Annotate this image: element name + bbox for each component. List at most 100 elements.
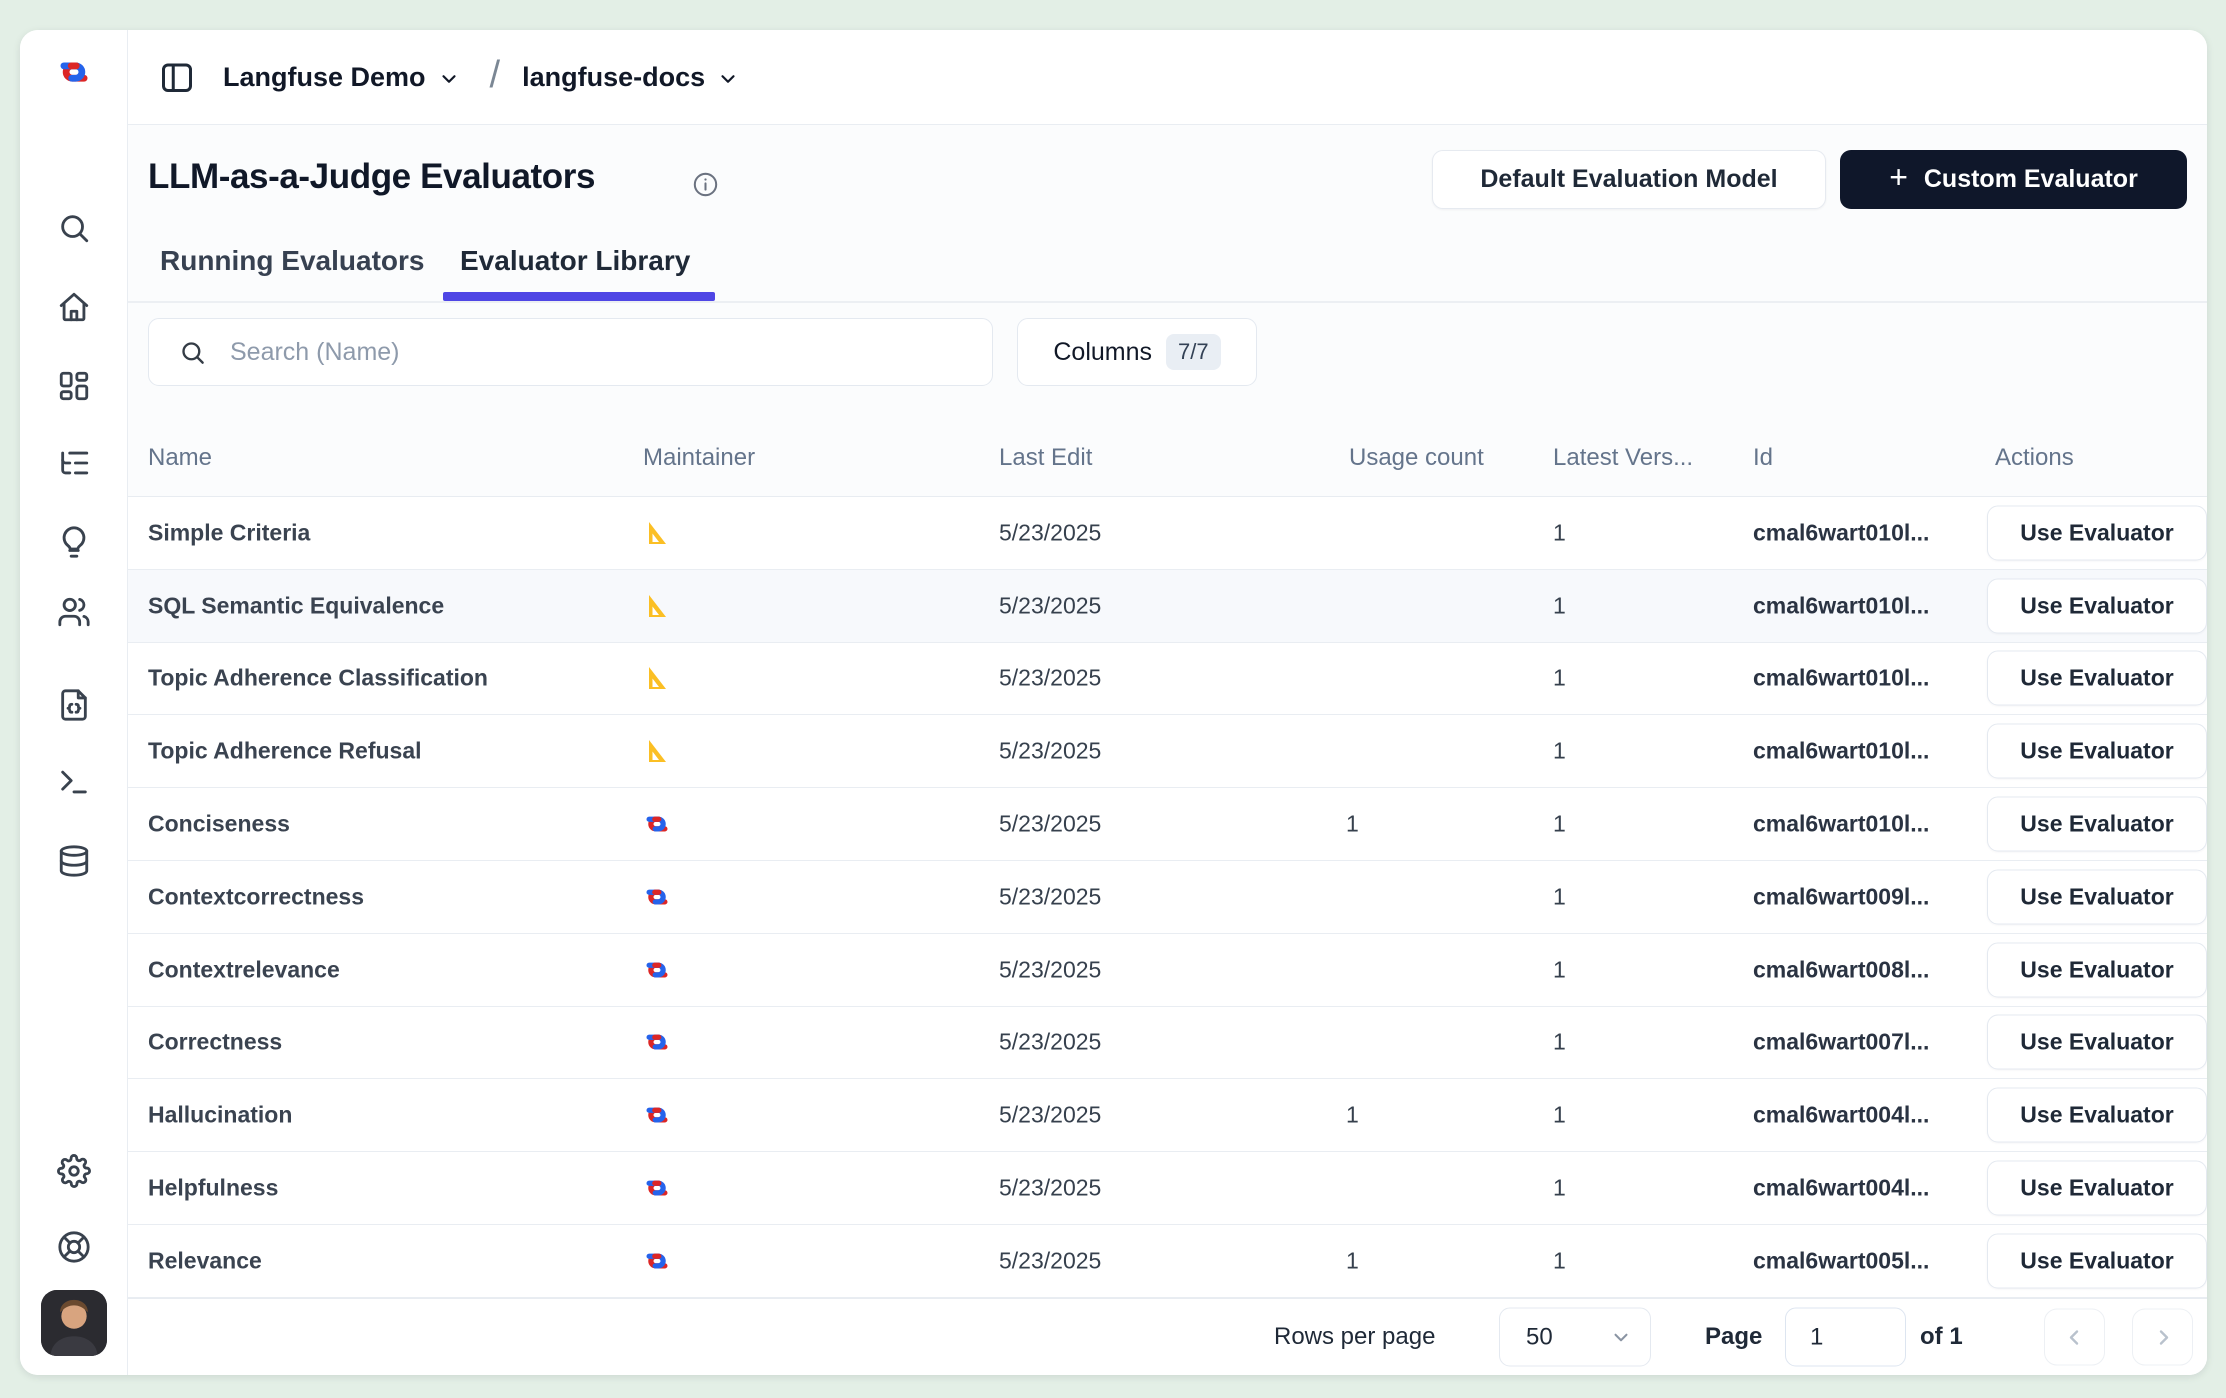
usage-count: 1 [1346, 1102, 1359, 1129]
use-evaluator-button[interactable]: Use Evaluator [1987, 797, 2207, 852]
table-row[interactable]: Topic Adherence Refusal 5/23/2025 1 cmal… [128, 715, 2207, 788]
langfuse-maintainer-icon [643, 1174, 671, 1202]
table-row[interactable]: Hallucination 5/23/2025 1 1 cmal6wart004… [128, 1079, 2207, 1152]
latest-version: 1 [1553, 1247, 1566, 1274]
use-evaluator-button[interactable]: Use Evaluator [1987, 1161, 2207, 1216]
use-evaluator-button[interactable]: Use Evaluator [1987, 869, 2207, 924]
use-evaluator-button[interactable]: Use Evaluator [1987, 1233, 2207, 1288]
table-row[interactable]: Relevance 5/23/2025 1 1 cmal6wart005l...… [128, 1225, 2207, 1298]
ragas-icon [643, 737, 671, 765]
table-row[interactable]: Helpfulness 5/23/2025 1 cmal6wart004l...… [128, 1152, 2207, 1225]
last-edit-date: 5/23/2025 [999, 592, 1101, 619]
prompts-icon[interactable] [57, 688, 91, 722]
table-row[interactable]: Contextcorrectness 5/23/2025 1 cmal6wart… [128, 861, 2207, 934]
table-row[interactable]: Simple Criteria 5/23/2025 1 cmal6wart010… [128, 497, 2207, 570]
latest-version: 1 [1553, 811, 1566, 838]
search-icon[interactable] [57, 211, 91, 245]
column-header-actions: Actions [1995, 444, 2074, 472]
evaluator-name: Helpfulness [148, 1175, 278, 1202]
search-input[interactable] [228, 337, 828, 368]
evaluator-id: cmal6wart010l... [1753, 519, 1929, 546]
page-number-input[interactable] [1785, 1308, 1906, 1367]
evaluator-name: Conciseness [148, 811, 290, 838]
column-header-id: Id [1753, 444, 1773, 472]
column-header-latest-version: Latest Vers... [1553, 444, 1693, 472]
table-row[interactable]: Conciseness 5/23/2025 1 1 cmal6wart010l.… [128, 788, 2207, 861]
datasets-icon[interactable] [57, 844, 91, 878]
sidebar-toggle-icon[interactable] [159, 59, 195, 95]
maintainer-cell [643, 592, 671, 620]
next-page-button[interactable] [2132, 1309, 2193, 1366]
custom-evaluator-button[interactable]: + Custom Evaluator [1840, 150, 2187, 209]
settings-icon[interactable] [57, 1154, 91, 1188]
use-evaluator-button[interactable]: Use Evaluator [1987, 578, 2207, 633]
use-evaluator-button[interactable]: Use Evaluator [1987, 505, 2207, 560]
main-content: LLM-as-a-Judge Evaluators Default Evalua… [128, 125, 2207, 1375]
info-icon[interactable] [692, 171, 719, 198]
use-evaluator-button[interactable]: Use Evaluator [1987, 942, 2207, 997]
users-icon[interactable] [57, 595, 91, 629]
table-row[interactable]: Topic Adherence Classification 5/23/2025… [128, 643, 2207, 716]
maintainer-cell [643, 1028, 671, 1056]
evaluator-name: Correctness [148, 1029, 282, 1056]
previous-page-button[interactable] [2044, 1309, 2105, 1366]
use-evaluator-button[interactable]: Use Evaluator [1987, 1015, 2207, 1070]
table-header: Name Maintainer Last Edit Usage count La… [128, 420, 2207, 497]
home-icon[interactable] [57, 290, 91, 324]
table-body: Simple Criteria 5/23/2025 1 cmal6wart010… [128, 497, 2207, 1298]
rows-per-page-select[interactable]: 50 [1499, 1308, 1651, 1367]
evaluator-id: cmal6wart008l... [1753, 956, 1929, 983]
latest-version: 1 [1553, 592, 1566, 619]
maintainer-cell [643, 519, 671, 547]
support-icon[interactable] [57, 1230, 91, 1264]
columns-button[interactable]: Columns 7/7 [1017, 318, 1257, 386]
langfuse-maintainer-icon [643, 810, 671, 838]
table-footer: Rows per page 50 Page of 1 [128, 1298, 2207, 1375]
last-edit-date: 5/23/2025 [999, 1102, 1101, 1129]
lightbulb-icon[interactable] [57, 525, 91, 559]
evaluator-id: cmal6wart009l... [1753, 883, 1929, 910]
chevron-down-icon[interactable] [717, 68, 739, 90]
maintainer-cell [643, 737, 671, 765]
use-evaluator-button[interactable]: Use Evaluator [1987, 1088, 2207, 1143]
plus-icon: + [1889, 159, 1908, 196]
langfuse-maintainer-icon [643, 883, 671, 911]
tab-running-evaluators[interactable]: Running Evaluators [160, 245, 424, 277]
breadcrumb-project[interactable]: langfuse-docs [522, 62, 705, 93]
terminal-icon[interactable] [57, 765, 91, 799]
chevron-right-icon [2151, 1325, 2175, 1349]
chevron-down-icon[interactable] [438, 68, 460, 90]
maintainer-cell [643, 1247, 671, 1275]
table-row[interactable]: SQL Semantic Equivalence 5/23/2025 1 cma… [128, 570, 2207, 643]
rows-per-page-value: 50 [1526, 1323, 1610, 1351]
page-title: LLM-as-a-Judge Evaluators [148, 157, 595, 197]
evaluator-id: cmal6wart005l... [1753, 1247, 1929, 1274]
table-row[interactable]: Contextrelevance 5/23/2025 1 cmal6wart00… [128, 934, 2207, 1007]
ragas-icon [643, 592, 671, 620]
default-evaluation-model-button[interactable]: Default Evaluation Model [1432, 150, 1826, 209]
usage-count: 1 [1346, 811, 1359, 838]
use-evaluator-button[interactable]: Use Evaluator [1987, 724, 2207, 779]
last-edit-date: 5/23/2025 [999, 1175, 1101, 1202]
use-evaluator-button[interactable]: Use Evaluator [1987, 651, 2207, 706]
tracing-icon[interactable] [57, 446, 91, 480]
latest-version: 1 [1553, 883, 1566, 910]
table-row[interactable]: Correctness 5/23/2025 1 cmal6wart007l...… [128, 1007, 2207, 1080]
tab-evaluator-library[interactable]: Evaluator Library [460, 245, 690, 277]
evaluator-id: cmal6wart010l... [1753, 738, 1929, 765]
tabs-divider [128, 301, 2207, 303]
evaluator-name: SQL Semantic Equivalence [148, 592, 444, 619]
ragas-icon [643, 519, 671, 547]
dashboard-icon[interactable] [57, 369, 91, 403]
last-edit-date: 5/23/2025 [999, 665, 1101, 692]
latest-version: 1 [1553, 1102, 1566, 1129]
breadcrumb-org[interactable]: Langfuse Demo [223, 62, 426, 93]
active-tab-underline [443, 292, 715, 301]
topbar: Langfuse Demo / langfuse-docs [128, 30, 2207, 125]
search-box [148, 318, 993, 386]
latest-version: 1 [1553, 665, 1566, 692]
evaluator-name: Contextrelevance [148, 956, 340, 983]
langfuse-maintainer-icon [643, 1101, 671, 1129]
custom-evaluator-label: Custom Evaluator [1924, 165, 2138, 194]
user-avatar[interactable] [41, 1290, 107, 1356]
